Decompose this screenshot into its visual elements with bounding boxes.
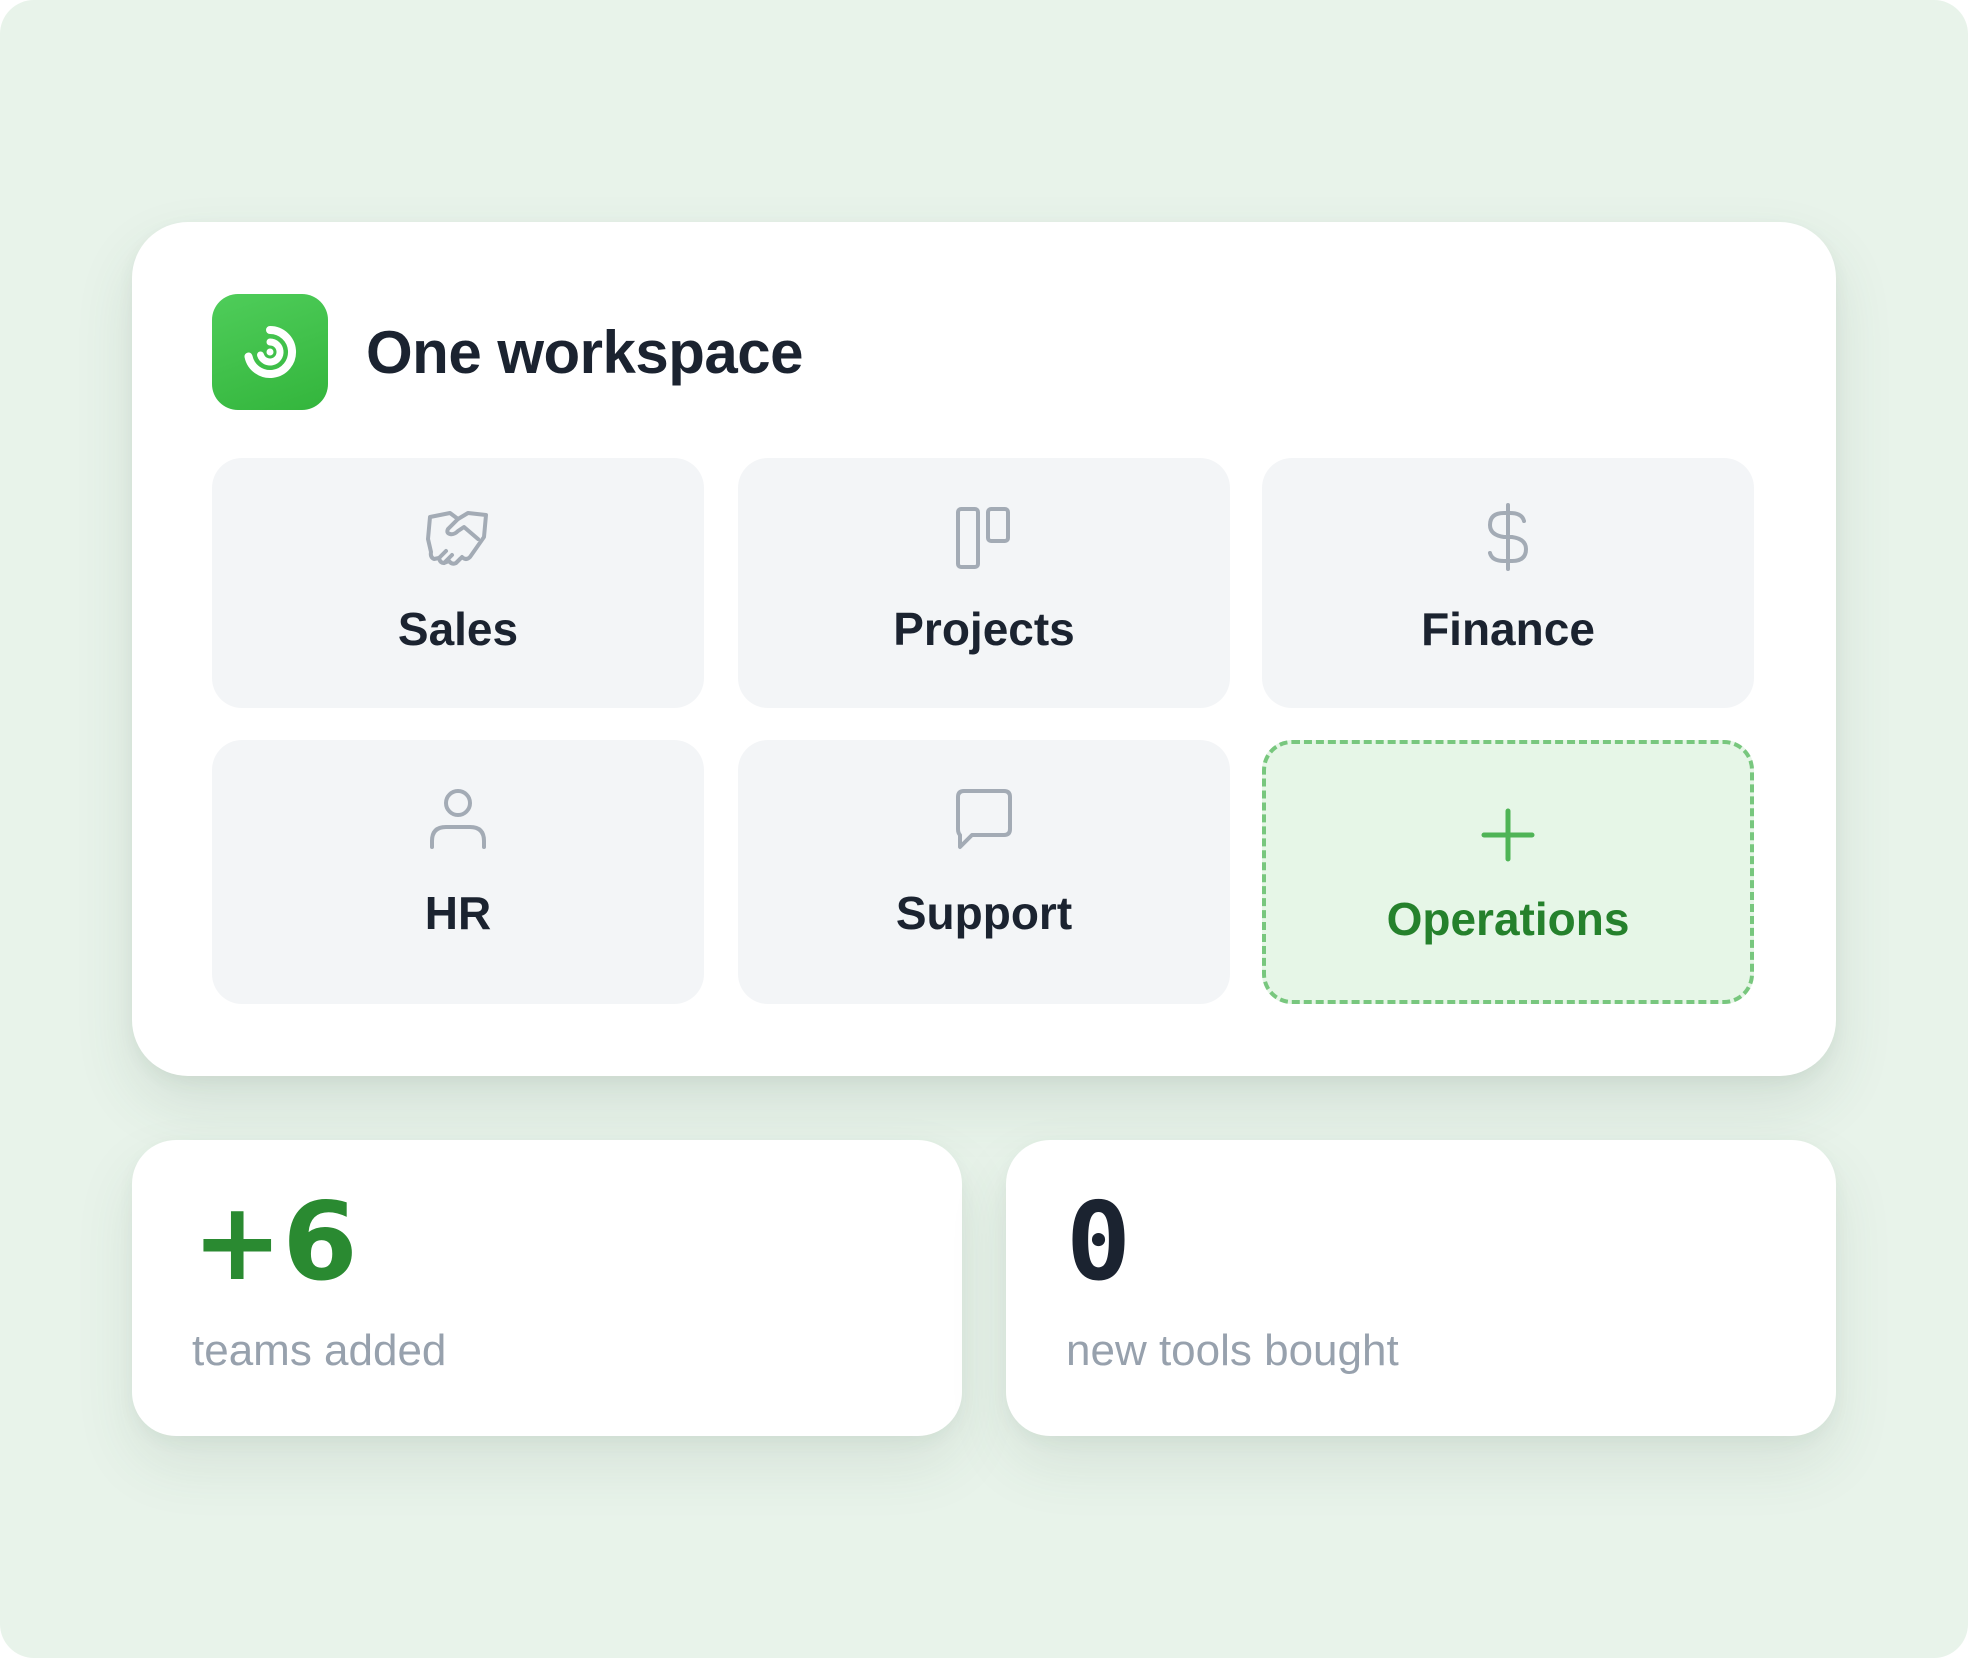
dollar-icon [1471, 500, 1545, 574]
tile-label: Finance [1421, 603, 1595, 655]
stat-value: +6 [192, 1180, 358, 1305]
handshake-icon [421, 500, 495, 574]
chat-bubble-icon [947, 782, 1021, 856]
kanban-board-icon [947, 500, 1021, 574]
tile-label: Sales [397, 603, 519, 655]
tile-label: HR [424, 887, 492, 939]
tile-label: Support [895, 887, 1073, 939]
page-background: One workspace Sales Projects Finance HR … [0, 0, 1968, 1658]
spiral-logo-icon [212, 294, 328, 410]
tile-operations-add[interactable]: Operations [1262, 740, 1754, 1004]
workspace-header: One workspace [212, 294, 804, 410]
tile-label: Projects [893, 603, 1075, 655]
tile-projects[interactable]: Projects [738, 458, 1230, 708]
page-title: One workspace [366, 318, 804, 386]
stat-value: 0 [1066, 1180, 1132, 1305]
stat-card-teams: +6 teams added [132, 1140, 962, 1436]
workspace-card: One workspace Sales Projects Finance HR … [132, 222, 1836, 1076]
stat-caption: teams added [192, 1326, 447, 1375]
tile-hr[interactable]: HR [212, 740, 704, 1004]
tile-finance[interactable]: Finance [1262, 458, 1754, 708]
person-icon [421, 782, 495, 856]
tile-label: Operations [1386, 893, 1630, 945]
plus-icon [1471, 798, 1545, 872]
stat-card-tools: 0 new tools bought [1006, 1140, 1836, 1436]
tile-support[interactable]: Support [738, 740, 1230, 1004]
stat-caption: new tools bought [1066, 1326, 1399, 1375]
tile-sales[interactable]: Sales [212, 458, 704, 708]
